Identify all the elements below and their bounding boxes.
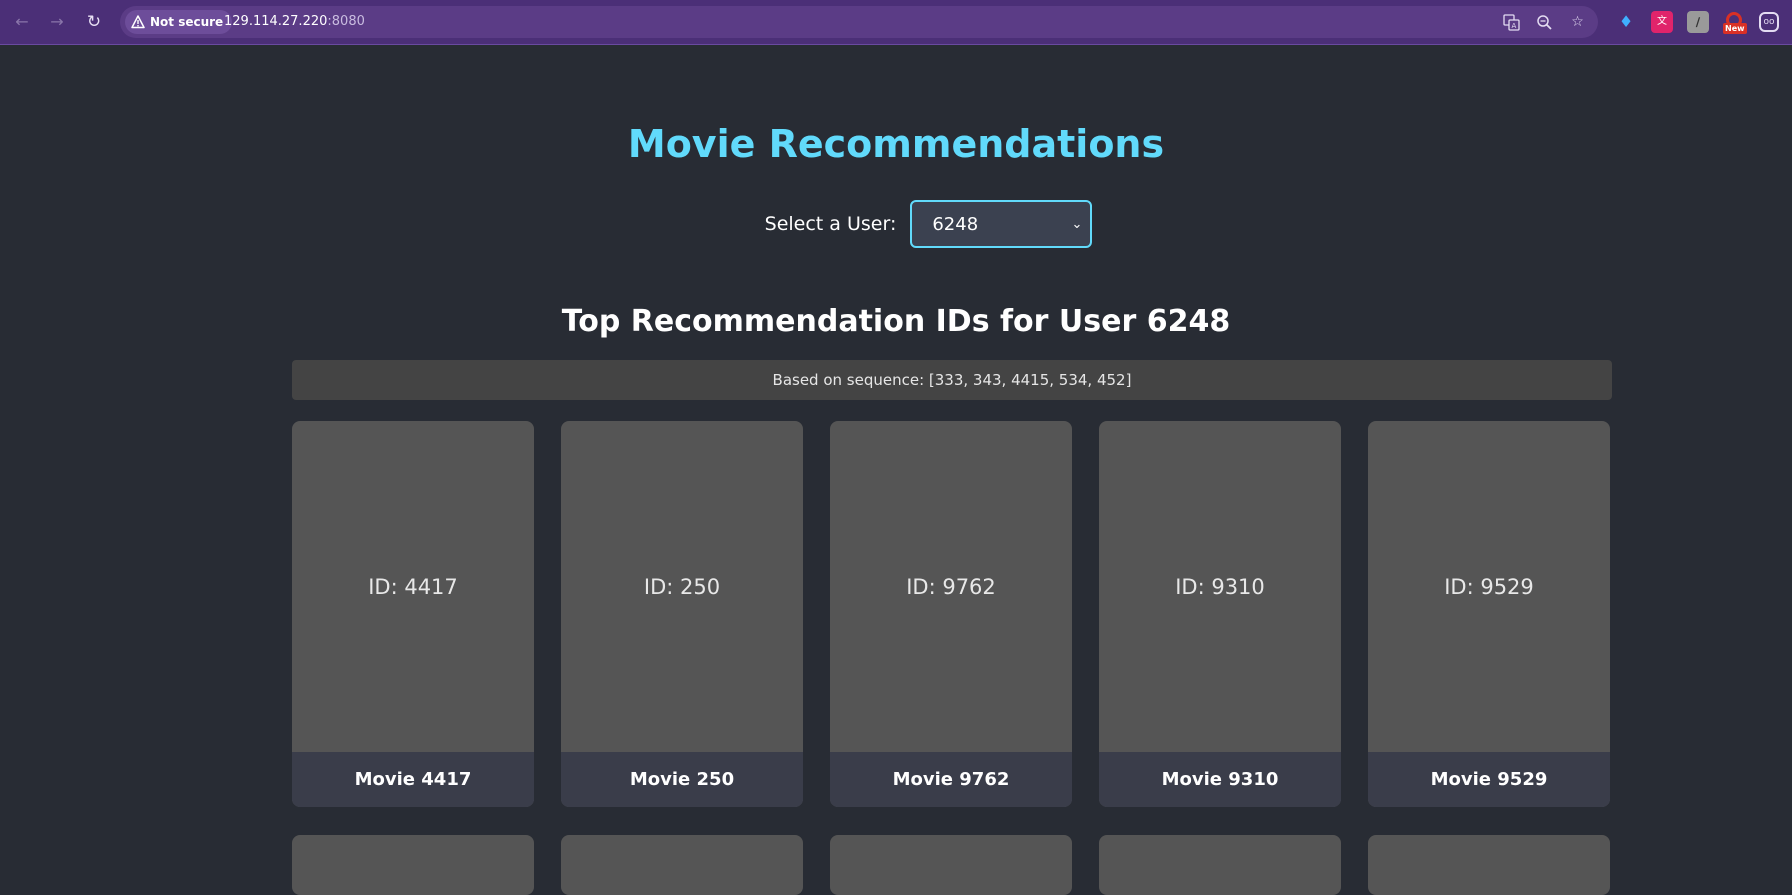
selected-user-value: 6248	[932, 213, 979, 235]
movie-card[interactable]: ID: 4417 Movie 4417	[292, 421, 534, 807]
movie-poster-placeholder: ID: 9529	[1444, 574, 1534, 599]
user-selector-row: Select a User: 6248 ⌄	[0, 200, 1792, 248]
zoom-icon[interactable]	[1536, 14, 1553, 31]
movie-title: Movie 9529	[1368, 752, 1610, 807]
sequence-info: Based on sequence: [333, 343, 4415, 534,…	[292, 360, 1612, 400]
movie-title: Movie 9762	[830, 752, 1072, 807]
star-icon[interactable]: ☆	[1569, 14, 1586, 31]
movie-card[interactable]: ID: 9310 Movie 9310	[1099, 421, 1341, 807]
browser-toolbar: ← → ↻ Not secure 129.114.27.220:8080 A ☆…	[0, 0, 1792, 45]
chevron-down-icon: ⌄	[1071, 216, 1083, 232]
movie-grid: ID: 4417 Movie 4417 ID: 250 Movie 250 ID…	[292, 421, 1612, 895]
warning-icon	[131, 15, 145, 29]
security-label: Not secure	[150, 15, 224, 29]
recommendations-heading: Top Recommendation IDs for User 6248	[561, 304, 1231, 339]
gray-extension-icon[interactable]: ∕	[1687, 11, 1709, 33]
svg-text:A: A	[1512, 22, 1517, 30]
movie-poster-placeholder: ID: 9762	[906, 574, 996, 599]
dashboard-extension-icon[interactable]: oo	[1759, 12, 1779, 32]
movie-card[interactable]: ID: 9762 Movie 9762	[830, 421, 1072, 807]
back-arrow-icon[interactable]: ←	[12, 12, 32, 32]
page-title: Movie Recommendations	[627, 122, 1165, 166]
movie-card[interactable]: ID: 9529 Movie 9529	[1368, 421, 1610, 807]
user-select-label: Select a User:	[764, 213, 897, 235]
gem-extension-icon[interactable]: ♦	[1615, 11, 1637, 33]
url-host: 129.114.27.220	[224, 14, 328, 29]
movie-poster-placeholder: ID: 9310	[1175, 574, 1265, 599]
translate-icon[interactable]: A	[1503, 13, 1520, 31]
movie-card-partial[interactable]	[292, 835, 534, 895]
address-bar[interactable]: Not secure 129.114.27.220:8080 A ☆	[120, 6, 1598, 38]
movie-title: Movie 250	[561, 752, 803, 807]
movie-card[interactable]: ID: 250 Movie 250	[561, 421, 803, 807]
forward-arrow-icon[interactable]: →	[47, 12, 67, 32]
movie-card-partial[interactable]	[1368, 835, 1610, 895]
movie-title: Movie 4417	[292, 752, 534, 807]
movie-poster-placeholder: ID: 250	[643, 574, 721, 599]
pink-extension-icon[interactable]: 文	[1651, 11, 1673, 33]
reload-icon[interactable]: ↻	[84, 12, 104, 32]
url-port: :8080	[327, 14, 365, 29]
movie-title: Movie 9310	[1099, 752, 1341, 807]
movie-poster-placeholder: ID: 4417	[368, 574, 458, 599]
movie-card-partial[interactable]	[1099, 835, 1341, 895]
security-chip[interactable]: Not secure	[125, 10, 233, 34]
user-select-dropdown[interactable]: 6248 ⌄	[910, 200, 1093, 248]
movie-card-partial[interactable]	[830, 835, 1072, 895]
movie-card-partial[interactable]	[561, 835, 803, 895]
page-content: Movie Recommendations Select a User: 624…	[0, 46, 1792, 895]
red-extension-icon[interactable]: New	[1723, 11, 1747, 34]
new-badge: New	[1723, 23, 1747, 34]
url-text[interactable]: 129.114.27.220:8080	[224, 6, 365, 38]
